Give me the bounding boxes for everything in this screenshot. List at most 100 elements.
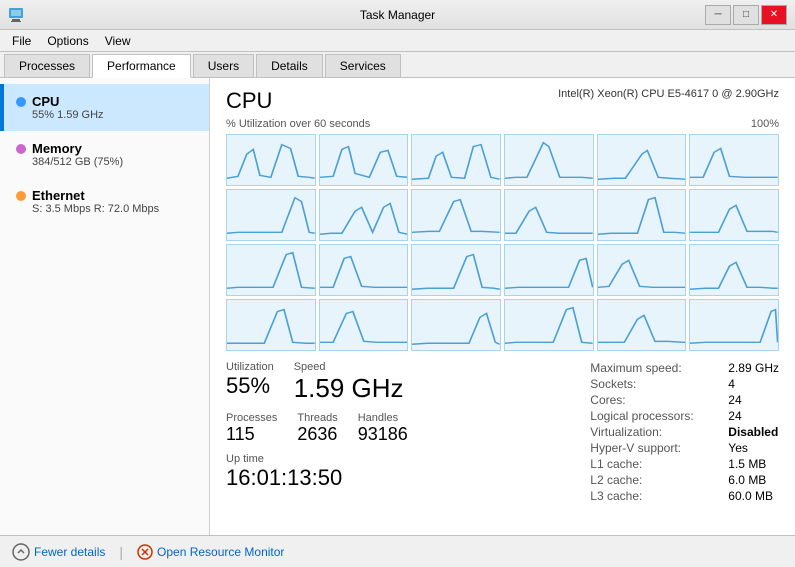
graph-cell-9 [411, 189, 501, 241]
hyperv-value: Yes [728, 441, 748, 455]
graph-svg-1 [227, 135, 315, 185]
cpu-detail: 55% 1.59 GHz [16, 109, 197, 121]
sidebar-item-ethernet-row: Ethernet [16, 188, 197, 203]
title-bar-controls: ─ □ ✕ [705, 5, 787, 25]
graph-cell-12 [689, 189, 779, 241]
tab-users[interactable]: Users [193, 54, 254, 77]
detail-panel: CPU Intel(R) Xeon(R) CPU E5-4617 0 @ 2.9… [210, 78, 795, 535]
footer-bar: Fewer details | Open Resource Monitor [0, 535, 795, 567]
graph-cell-8 [319, 189, 409, 241]
handles-value: 93186 [358, 424, 408, 445]
sidebar-item-ethernet[interactable]: Ethernet S: 3.5 Mbps R: 72.0 Mbps [0, 178, 209, 225]
handles-stat: Handles 93186 [358, 412, 408, 445]
main-content: CPU 55% 1.59 GHz Memory 384/512 GB (75%)… [0, 78, 795, 535]
app-icon [8, 7, 24, 23]
hyperv-label: Hyper-V support: [590, 441, 720, 455]
graph-cell-22 [504, 299, 594, 351]
right-stat-cores: Cores: 24 [590, 393, 779, 407]
minimize-button[interactable]: ─ [705, 5, 731, 25]
footer-separator: | [119, 544, 123, 560]
menu-view[interactable]: View [97, 32, 139, 50]
detail-header: CPU Intel(R) Xeon(R) CPU E5-4617 0 @ 2.9… [226, 88, 779, 114]
fewer-details-link[interactable]: Fewer details [12, 543, 105, 561]
right-stat-hyperv: Hyper-V support: Yes [590, 441, 779, 455]
tab-performance[interactable]: Performance [92, 54, 191, 78]
sidebar-item-cpu-row: CPU [16, 94, 197, 109]
right-stat-l1: L1 cache: 1.5 MB [590, 457, 779, 471]
virtualization-value: Disabled [728, 425, 778, 439]
graph-cell-5 [597, 134, 687, 186]
processes-value: 115 [226, 424, 277, 445]
logical-value: 24 [728, 409, 741, 423]
cpu-dot [16, 97, 26, 107]
graph-svg-3 [412, 135, 500, 185]
tab-services[interactable]: Services [325, 54, 401, 77]
maximize-button[interactable]: □ [733, 5, 759, 25]
graph-cell-23 [597, 299, 687, 351]
bottom-stats: Utilization 55% Speed 1.59 GHz Processes… [226, 361, 779, 503]
graph-cell-14 [319, 244, 409, 296]
uptime-value: 16:01:13:50 [226, 465, 590, 491]
graph-label: % Utilization over 60 seconds [226, 118, 370, 130]
graph-max-label: 100% [751, 118, 779, 132]
process-thread-handle-section: Processes 115 Threads 2636 Handles 93186 [226, 412, 590, 445]
memory-name: Memory [32, 141, 82, 156]
sidebar-item-cpu[interactable]: CPU 55% 1.59 GHz [0, 84, 209, 131]
cpu-name: CPU [32, 94, 59, 109]
graph-svg-4 [505, 135, 593, 185]
speed-value: 1.59 GHz [294, 373, 404, 404]
l3-label: L3 cache: [590, 489, 720, 503]
right-stat-virtualization: Virtualization: Disabled [590, 425, 779, 439]
graph-cell-24 [689, 299, 779, 351]
menu-file[interactable]: File [4, 32, 39, 50]
graph-svg-2 [320, 135, 408, 185]
graph-cell-10 [504, 189, 594, 241]
graph-cell-21 [411, 299, 501, 351]
fewer-details-label: Fewer details [34, 545, 105, 559]
right-stat-sockets: Sockets: 4 [590, 377, 779, 391]
graph-cell-15 [411, 244, 501, 296]
uptime-stat: Up time 16:01:13:50 [226, 453, 590, 491]
memory-detail: 384/512 GB (75%) [16, 156, 197, 168]
utilization-label: Utilization [226, 361, 274, 373]
graph-cell-19 [226, 299, 316, 351]
virtualization-label: Virtualization: [590, 425, 720, 439]
graphs-header: % Utilization over 60 seconds 100% [226, 118, 779, 132]
graph-cell-4 [504, 134, 594, 186]
graph-cell-20 [319, 299, 409, 351]
speed-stat: Speed 1.59 GHz [294, 361, 404, 404]
threads-label: Threads [297, 412, 337, 424]
right-stats: Maximum speed: 2.89 GHz Sockets: 4 Cores… [590, 361, 779, 503]
graph-cell-6 [689, 134, 779, 186]
graph-cell-7 [226, 189, 316, 241]
open-resource-monitor-link[interactable]: Open Resource Monitor [137, 544, 284, 560]
close-button[interactable]: ✕ [761, 5, 787, 25]
right-stat-logical: Logical processors: 24 [590, 409, 779, 423]
menu-bar: File Options View [0, 30, 795, 52]
graph-cell-16 [504, 244, 594, 296]
graph-cell-1 [226, 134, 316, 186]
tab-processes[interactable]: Processes [4, 54, 90, 77]
threads-value: 2636 [297, 424, 337, 445]
graph-cell-2 [319, 134, 409, 186]
handles-label: Handles [358, 412, 408, 424]
sidebar-item-memory[interactable]: Memory 384/512 GB (75%) [0, 131, 209, 178]
memory-dot [16, 144, 26, 154]
title-bar-left [8, 7, 24, 23]
window-title: Task Manager [360, 8, 435, 22]
utilization-value: 55% [226, 373, 274, 399]
tab-details[interactable]: Details [256, 54, 323, 77]
ethernet-name: Ethernet [32, 188, 85, 203]
l1-label: L1 cache: [590, 457, 720, 471]
sockets-label: Sockets: [590, 377, 720, 391]
graph-cell-18 [689, 244, 779, 296]
sockets-value: 4 [728, 377, 735, 391]
threads-stat: Threads 2636 [297, 412, 337, 445]
detail-subtitle: Intel(R) Xeon(R) CPU E5-4617 0 @ 2.90GHz [558, 88, 779, 100]
menu-options[interactable]: Options [39, 32, 96, 50]
processes-stat: Processes 115 [226, 412, 277, 445]
graph-svg-5 [598, 135, 686, 185]
speed-label: Speed [294, 361, 404, 373]
graph-svg-6 [690, 135, 778, 185]
sidebar-item-memory-row: Memory [16, 141, 197, 156]
